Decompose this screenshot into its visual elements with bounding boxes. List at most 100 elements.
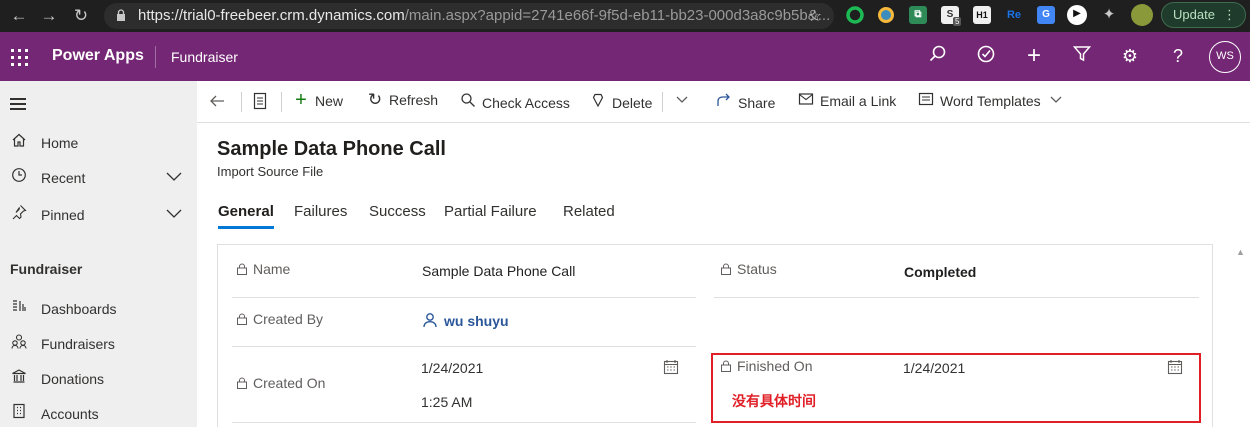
user-icon (423, 313, 437, 328)
field-divider (232, 297, 696, 298)
building-icon (9, 403, 29, 423)
extension-colorful-icon[interactable] (877, 6, 895, 24)
tab-partial-failure[interactable]: Partial Failure (444, 203, 537, 220)
document-icon (253, 92, 267, 110)
help-question-icon[interactable]: ? (1166, 44, 1190, 68)
created-on-time: 1:25 AM (421, 394, 473, 410)
active-tab-indicator (218, 226, 274, 229)
home-icon (9, 132, 29, 152)
address-bar[interactable]: https://trial0-freebeer.crm.dynamics.com… (104, 3, 834, 29)
share-icon (715, 92, 733, 111)
sidebar-item-dashboards[interactable]: Dashboards (0, 294, 197, 324)
browser-menu-icon[interactable]: ⋮ (1223, 3, 1236, 27)
status-value: Completed (904, 264, 977, 280)
settings-gear-icon[interactable]: ⚙ (1118, 44, 1142, 68)
chevron-down-icon (676, 96, 688, 103)
refresh-button[interactable]: ↻ Refresh (366, 90, 438, 112)
sidebar-item-label: Fundraisers (41, 336, 115, 352)
command-divider (281, 92, 282, 112)
sidebar-item-accounts[interactable]: Accounts (0, 399, 197, 427)
app-launcher-waffle-icon[interactable] (11, 49, 28, 66)
extension-green-circle-icon[interactable] (846, 6, 864, 24)
sidebar-item-label: Accounts (41, 406, 99, 422)
sidebar-item-fundraisers[interactable]: Fundraisers (0, 329, 197, 359)
plus-icon[interactable]: + (1022, 44, 1046, 68)
calendar-icon[interactable] (663, 359, 679, 375)
chevron-down-icon[interactable] (165, 204, 183, 222)
lock-icon (237, 263, 247, 275)
status-label: Status (720, 261, 777, 277)
tab-success[interactable]: Success (369, 203, 426, 220)
sidebar-item-label: Home (41, 135, 79, 151)
extension-play-icon[interactable]: ▶ (1067, 5, 1087, 25)
sidebar-item-pinned[interactable]: Pinned (0, 200, 197, 230)
annotation-note: 没有具体时间 (732, 394, 816, 410)
sidebar-item-recent[interactable]: Recent (0, 163, 197, 193)
sidebar-item-home[interactable]: Home (0, 128, 197, 158)
filter-icon[interactable] (1070, 44, 1094, 68)
sidebar-section-title: Fundraiser (10, 261, 83, 277)
more-commands-chevron[interactable] (675, 92, 689, 112)
magnifier-icon (459, 92, 477, 111)
command-divider (241, 92, 242, 112)
sidebar-item-label: Dashboards (41, 301, 117, 317)
search-icon[interactable] (926, 44, 950, 68)
tab-related[interactable]: Related (563, 203, 615, 220)
extension-re-icon[interactable]: Re (1005, 6, 1023, 24)
user-avatar[interactable]: WS (1209, 41, 1241, 73)
pin-icon (9, 204, 29, 224)
name-value: Sample Data Phone Call (422, 263, 576, 279)
created-on-label: Created On (236, 375, 325, 391)
new-button[interactable]: + New (292, 89, 343, 112)
share-button[interactable]: Share (715, 92, 775, 112)
tab-general[interactable]: General (218, 203, 274, 220)
back-button[interactable] (208, 92, 226, 112)
created-by-lookup[interactable]: wu shuyu (422, 312, 509, 329)
extension-h1-icon[interactable]: H1 (973, 6, 991, 24)
task-target-icon[interactable] (974, 44, 998, 68)
entity-name: Import Source File (217, 164, 324, 179)
app-name[interactable]: Fundraiser (171, 49, 238, 65)
brand-name[interactable]: Power Apps (52, 47, 144, 65)
forward-arrow-icon[interactable]: → (38, 5, 60, 27)
scroll-up-arrow-icon[interactable]: ▲ (1236, 247, 1245, 257)
chevron-down-icon[interactable] (1049, 93, 1063, 109)
reload-icon[interactable]: ↻ (70, 5, 92, 27)
bookmark-star-icon[interactable]: ☆ (808, 6, 822, 26)
check-access-button[interactable]: Check Access (459, 92, 570, 112)
app-header: Power Apps Fundraiser + ⚙ ? WS (0, 32, 1250, 81)
bank-icon (9, 368, 29, 388)
back-arrow-icon (210, 95, 224, 107)
lock-icon (721, 263, 731, 275)
created-by-label: Created By (236, 311, 323, 327)
word-template-icon (917, 92, 935, 109)
sidebar-item-label: Recent (41, 170, 86, 186)
lock-icon (237, 313, 247, 325)
people-icon (9, 333, 29, 353)
field-divider (714, 297, 1199, 298)
sidebar-item-label: Donations (41, 371, 105, 387)
browser-profile-avatar[interactable] (1131, 4, 1153, 26)
url-text: https://trial0-freebeer.crm.dynamics.com… (138, 7, 831, 24)
sidebar-item-donations[interactable]: Donations (0, 364, 197, 394)
delete-button[interactable]: Delete (589, 92, 652, 112)
tab-failures[interactable]: Failures (294, 203, 347, 220)
lock-icon (117, 9, 125, 21)
record-title: Sample Data Phone Call (217, 138, 446, 160)
chevron-down-icon[interactable] (165, 167, 183, 185)
browser-update-button[interactable]: Update ⋮ (1161, 2, 1246, 28)
delete-icon (589, 92, 607, 111)
created-on-date: 1/24/2021 (421, 360, 484, 376)
extension-sheet-icon[interactable]: ⧉ (909, 6, 927, 24)
refresh-icon: ↻ (367, 90, 383, 109)
extension-translate-icon[interactable]: G (1037, 6, 1055, 24)
sidebar-item-label: Pinned (41, 207, 85, 223)
word-templates-button[interactable]: Word Templates (917, 92, 1063, 112)
plus-icon: + (295, 89, 307, 111)
back-arrow-icon[interactable]: ← (8, 5, 30, 27)
form-selector-button[interactable] (252, 92, 268, 112)
email-link-button[interactable]: Email a Link (797, 92, 896, 112)
extensions-puzzle-icon[interactable]: ✦ (1100, 6, 1118, 24)
hamburger-menu-icon[interactable] (10, 98, 26, 110)
name-label: Name (236, 261, 290, 277)
